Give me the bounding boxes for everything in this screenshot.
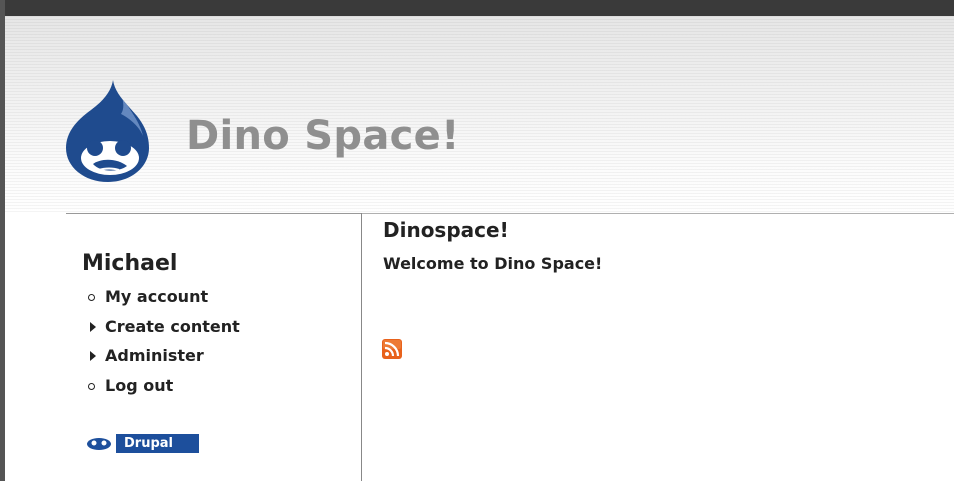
menu-item-create-content[interactable]: Create content <box>88 314 240 344</box>
drupal-logo-icon[interactable] <box>65 78 150 183</box>
menu-item-label[interactable]: My account <box>105 287 208 306</box>
window-top-bar <box>0 0 954 16</box>
user-block-title: Michael <box>82 251 178 276</box>
sidebar: Michael My account Create content Admini… <box>0 214 361 481</box>
circle-bullet-icon <box>88 294 95 301</box>
site-header: Dino Space! <box>5 16 954 214</box>
circle-bullet-icon <box>88 382 95 390</box>
site-name[interactable]: Dino Space! <box>186 116 460 156</box>
menu-item-log-out[interactable]: Log out <box>88 373 240 403</box>
collapsed-arrow-icon[interactable] <box>90 351 96 361</box>
drupal-drop-icon <box>82 434 116 453</box>
rss-feed-icon[interactable] <box>382 339 402 359</box>
page-title: Dinospace! <box>383 218 509 242</box>
collapsed-arrow-icon[interactable] <box>90 321 96 332</box>
page-body: Welcome to Dino Space! <box>383 254 603 273</box>
menu-item-label[interactable]: Create content <box>105 317 240 336</box>
powered-by-drupal-badge[interactable]: Drupal <box>82 434 199 453</box>
user-menu: My account Create content Administer Log… <box>88 284 240 402</box>
main-content: Dinospace! Welcome to Dino Space! <box>362 214 954 481</box>
menu-item-label[interactable]: Administer <box>105 346 204 365</box>
menu-item-my-account[interactable]: My account <box>88 284 240 314</box>
powered-by-label: Drupal <box>124 436 173 451</box>
menu-item-administer[interactable]: Administer <box>88 343 240 373</box>
menu-item-label[interactable]: Log out <box>105 376 173 395</box>
